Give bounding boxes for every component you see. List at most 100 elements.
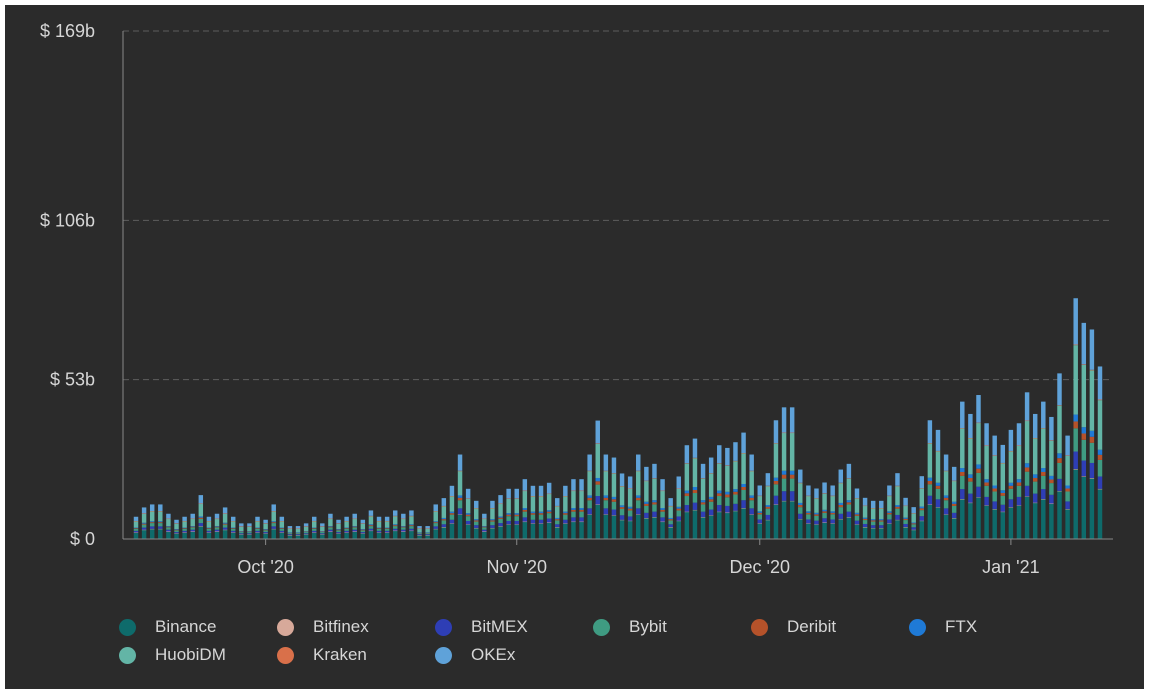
bar-segment-binance[interactable] [660,521,665,539]
bar-segment-bitfinex[interactable] [425,535,430,536]
bar-segment-binance[interactable] [976,497,981,539]
legend-item-binance[interactable]: Binance [119,617,277,637]
bar-segment-bitmex[interactable] [725,505,730,513]
bar-segment-binance[interactable] [344,532,349,539]
bar-segment-ftx[interactable] [417,532,422,533]
bar-segment-ftx[interactable] [239,531,244,532]
bar-segment-bitfinex[interactable] [603,514,609,515]
bar-segment-okex[interactable] [546,482,552,494]
bar-segment-bybit[interactable] [465,516,471,521]
bar-segment-deribit[interactable] [498,517,503,519]
bar-segment-bitfinex[interactable] [1041,499,1046,500]
bar-segment-kraken[interactable] [619,486,625,487]
bar-segment-deribit[interactable] [263,529,268,531]
bar-segment-ftx[interactable] [1041,468,1046,472]
bar-segment-deribit[interactable] [230,528,236,529]
bar-segment-huobidm[interactable] [773,443,779,478]
bar-segment-binance[interactable] [409,530,414,539]
bar-segment-ftx[interactable] [133,527,139,529]
bar-segment-bybit[interactable] [522,511,528,518]
bar-segment-ftx[interactable] [636,495,641,498]
bar-segment-ftx[interactable] [409,524,414,526]
bar-segment-kraken[interactable] [870,508,876,509]
bar-segment-huobidm[interactable] [700,478,706,501]
bar-segment-bitfinex[interactable] [976,497,981,498]
bar-segment-bybit[interactable] [360,530,366,533]
bar-segment-bybit[interactable] [1041,475,1046,490]
bar-segment-ftx[interactable] [279,527,285,529]
bar-segment-okex[interactable] [943,454,949,471]
bar-segment-deribit[interactable] [271,522,276,524]
bar-segment-kraken[interactable] [717,463,722,464]
bar-segment-ftx[interactable] [1097,449,1103,455]
bar-segment-deribit[interactable] [717,493,722,497]
bar-segment-bitmex[interactable] [546,518,552,523]
bar-segment-huobidm[interactable] [879,508,884,520]
bar-segment-bitfinex[interactable] [555,526,560,528]
bar-segment-binance[interactable] [798,519,803,539]
bar-segment-bybit[interactable] [943,500,949,509]
bar-segment-okex[interactable] [1049,416,1054,441]
bar-segment-kraken[interactable] [1041,428,1046,429]
bar-segment-okex[interactable] [214,513,220,519]
bar-segment-okex[interactable] [336,519,341,524]
bar-segment-binance[interactable] [1008,507,1014,539]
bar-segment-kraken[interactable] [611,473,617,474]
bar-segment-ftx[interactable] [1000,490,1006,494]
bar-segment-deribit[interactable] [636,497,641,501]
bar-segment-binance[interactable] [311,532,317,539]
bar-segment-okex[interactable] [1032,413,1038,438]
bar-segment-bybit[interactable] [741,490,746,501]
bar-segment-bitfinex[interactable] [546,522,552,523]
bar-segment-bitmex[interactable] [255,530,260,533]
bar-segment-huobidm[interactable] [854,498,860,513]
bar-segment-ftx[interactable] [708,496,714,500]
bar-segment-kraken[interactable] [1057,405,1062,406]
bar-segment-okex[interactable] [1081,322,1087,365]
bar-segment-ftx[interactable] [603,495,609,498]
bar-segment-bitmex[interactable] [230,530,236,533]
bar-segment-ftx[interactable] [757,511,762,513]
bar-segment-binance[interactable] [482,531,487,539]
bar-segment-okex[interactable] [644,466,649,481]
bar-segment-okex[interactable] [393,510,398,516]
bar-segment-huobidm[interactable] [741,453,746,484]
bar-segment-okex[interactable] [384,516,390,521]
bar-segment-bybit[interactable] [401,527,406,530]
legend-item-ftx[interactable]: FTX [909,617,1067,637]
bar-segment-bitmex[interactable] [530,519,536,524]
bar-segment-ftx[interactable] [627,506,633,509]
bar-segment-kraken[interactable] [603,470,609,472]
bar-segment-kraken[interactable] [1081,364,1087,365]
bar-segment-binance[interactable] [668,527,673,539]
bar-segment-bitmex[interactable] [474,525,479,528]
bar-segment-bitmex[interactable] [1032,493,1038,503]
bar-segment-kraken[interactable] [919,488,925,489]
bar-segment-ftx[interactable] [449,511,455,514]
bar-segment-bitmex[interactable] [287,534,293,536]
bar-segment-kraken[interactable] [579,490,584,492]
bar-segment-okex[interactable] [271,504,276,512]
bar-segment-ftx[interactable] [474,519,479,521]
bar-segment-kraken[interactable] [311,520,317,522]
bar-segment-ftx[interactable] [198,516,204,518]
bar-segment-bitfinex[interactable] [166,531,171,532]
bar-segment-ftx[interactable] [676,506,681,509]
bar-segment-kraken[interactable] [522,490,528,492]
bar-segment-huobidm[interactable] [538,496,544,512]
bar-segment-huobidm[interactable] [1041,428,1046,469]
bar-segment-binance[interactable] [765,520,771,539]
bar-segment-bitfinex[interactable] [563,523,568,524]
bar-segment-binance[interactable] [149,529,155,539]
bar-segment-bitfinex[interactable] [749,514,754,515]
bar-segment-binance[interactable] [636,514,641,539]
bar-segment-binance[interactable] [563,523,568,539]
bar-segment-deribit[interactable] [401,526,406,528]
bar-segment-bitmex[interactable] [465,520,471,525]
bar-segment-ftx[interactable] [514,513,519,515]
bar-segment-bitmex[interactable] [376,530,382,533]
bar-segment-ftx[interactable] [1089,430,1095,437]
bar-segment-kraken[interactable] [158,511,163,512]
bar-segment-huobidm[interactable] [425,528,430,533]
bar-segment-binance[interactable] [198,526,204,539]
